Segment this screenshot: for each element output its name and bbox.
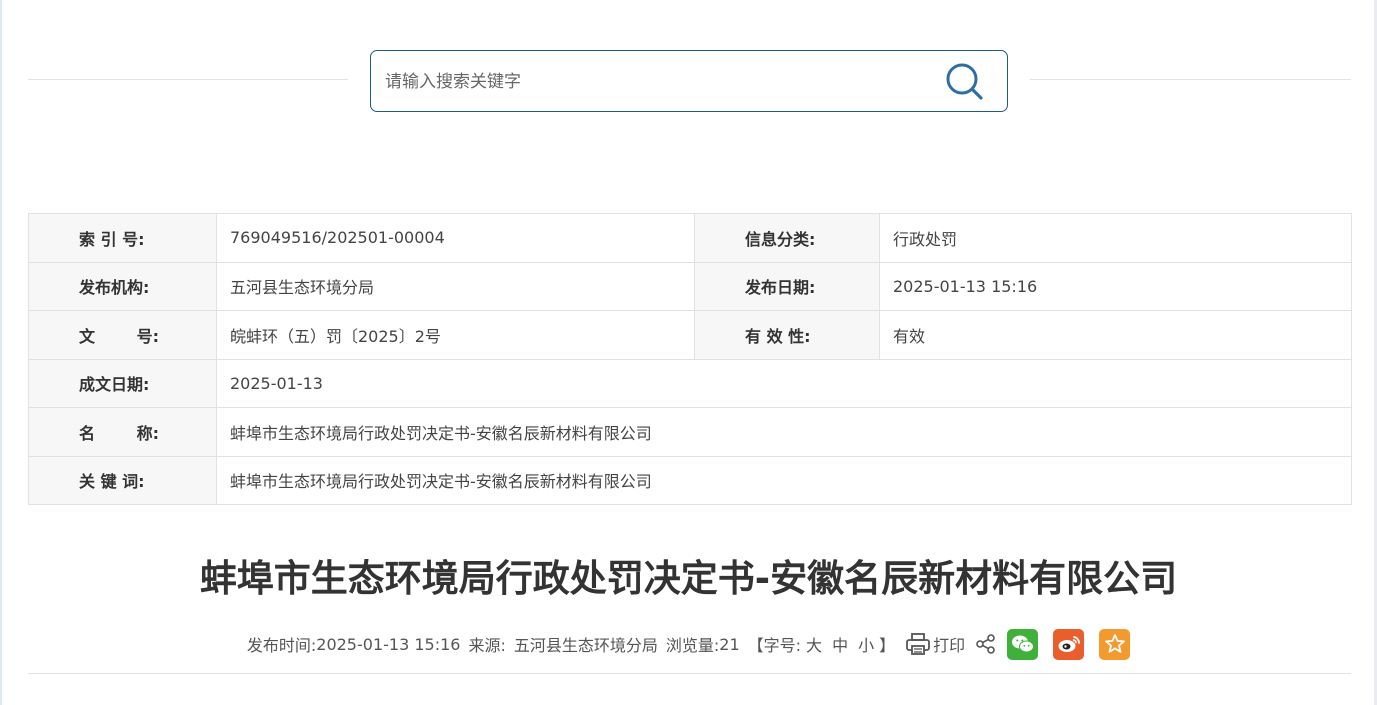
publish-date-label: 发布日期: — [694, 261, 880, 311]
table-row: 发布机构: 五河县生态环境分局 发布日期: 2025-01-13 15:16 — [28, 261, 1352, 311]
table-row: 关 键 词: 蚌埠市生态环境局行政处罚决定书-安徽名辰新材料有限公司 — [28, 455, 1352, 505]
search-input[interactable] — [385, 65, 925, 99]
printer-icon — [906, 633, 931, 655]
validity-label: 有 效 性: — [694, 310, 880, 360]
divider-right — [1030, 79, 1351, 80]
document-number-value: 皖蚌环（五）罚〔2025〕2号 — [216, 310, 695, 360]
name-label: 名 称: — [28, 407, 217, 457]
validity-value: 有效 — [879, 310, 1352, 360]
search-button[interactable] — [943, 61, 987, 103]
keywords-label: 关 键 词: — [28, 455, 217, 505]
favorite-button[interactable] — [1099, 628, 1131, 660]
publisher-label: 发布机构: — [28, 261, 217, 311]
font-size-close: 】 — [879, 636, 896, 655]
table-row: 索 引 号: 769049516/202501-00004 信息分类: 行政处罚 — [28, 213, 1352, 263]
share-button[interactable] — [975, 633, 997, 655]
font-size-medium-button[interactable]: 中 — [832, 632, 848, 656]
search-bar — [370, 50, 1008, 112]
source-value: 五河县生态环境分局 — [513, 636, 658, 655]
star-icon — [1104, 634, 1125, 653]
publish-date-value: 2025-01-13 15:16 — [879, 261, 1352, 311]
views-count: 21 — [719, 634, 740, 654]
index-number-label: 索 引 号: — [28, 213, 217, 263]
views-label: 浏览量: — [665, 636, 720, 655]
share-weibo-button[interactable] — [1053, 628, 1085, 660]
meta-divider — [28, 673, 1351, 674]
print-button[interactable]: 打印 — [905, 632, 965, 656]
print-label: 打印 — [933, 636, 966, 655]
category-label: 信息分类: — [694, 213, 880, 263]
weibo-icon — [1058, 636, 1080, 652]
share-icon — [976, 634, 995, 654]
category-value: 行政处罚 — [879, 213, 1352, 263]
publish-time: 2025-01-13 15:16 — [316, 634, 461, 654]
written-date-value: 2025-01-13 — [216, 358, 1352, 408]
wechat-icon — [1011, 635, 1034, 653]
page-title: 蚌埠市生态环境局行政处罚决定书-安徽名辰新材料有限公司 — [199, 557, 1178, 600]
index-number-value: 769049516/202501-00004 — [216, 213, 695, 263]
keywords-value: 蚌埠市生态环境局行政处罚决定书-安徽名辰新材料有限公司 — [216, 455, 1352, 505]
font-size-label: 【字号: — [747, 636, 802, 655]
info-table: 索 引 号: 769049516/202501-00004 信息分类: 行政处罚… — [28, 213, 1352, 505]
document-number-label: 文 号: — [28, 310, 217, 360]
written-date-label: 成文日期: — [28, 358, 217, 408]
publisher-value: 五河县生态环境分局 — [216, 261, 695, 311]
source-label: 来源: — [468, 636, 506, 655]
publish-time-label: 发布时间: — [246, 636, 317, 655]
table-row: 成文日期: 2025-01-13 — [28, 358, 1352, 408]
font-size-large-button[interactable]: 大 — [806, 632, 822, 656]
share-wechat-button[interactable] — [1007, 628, 1039, 660]
table-row: 名 称: 蚌埠市生态环境局行政处罚决定书-安徽名辰新材料有限公司 — [28, 407, 1352, 457]
divider-left — [28, 79, 348, 80]
search-icon — [946, 63, 983, 100]
font-size-small-button[interactable]: 小 — [858, 632, 874, 656]
table-row: 文 号: 皖蚌环（五）罚〔2025〕2号 有 效 性: 有效 — [28, 310, 1352, 360]
article-meta: 发布时间: 2025-01-13 15:16 来源: 五河县生态环境分局 浏览量… — [0, 626, 1377, 662]
name-value: 蚌埠市生态环境局行政处罚决定书-安徽名辰新材料有限公司 — [216, 407, 1352, 457]
